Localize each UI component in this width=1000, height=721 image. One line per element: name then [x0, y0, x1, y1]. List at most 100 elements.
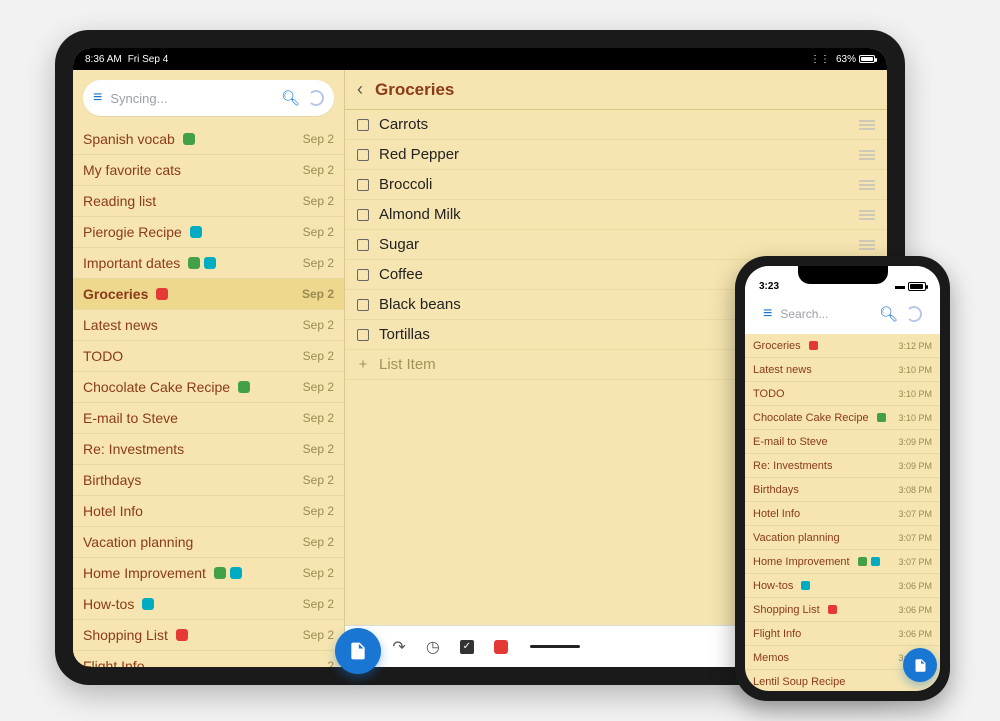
tag-icon [877, 413, 886, 422]
note-row[interactable]: Shopping List 3:06 PM [745, 598, 940, 622]
drag-handle-icon[interactable] [859, 240, 875, 250]
search-input[interactable]: ≡ Search... 🔍︎ [753, 300, 932, 328]
note-row[interactable]: Home Improvement3:07 PM [745, 550, 940, 574]
note-tags [801, 581, 890, 590]
note-date: Sep 2 [303, 597, 334, 611]
note-row[interactable]: How-tosSep 2 [73, 589, 344, 620]
note-row[interactable]: E-mail to SteveSep 2 [73, 403, 344, 434]
drag-handle-icon[interactable] [859, 150, 875, 160]
note-date: 3:07 PM [898, 557, 932, 567]
note-date: 3:06 PM [898, 629, 932, 639]
checklist-item[interactable]: Broccoli [345, 170, 887, 200]
note-row[interactable]: Groceries3:12 PM [745, 334, 940, 358]
note-row[interactable]: GroceriesSep 2 [73, 279, 344, 310]
note-row[interactable]: Home ImprovementSep 2 [73, 558, 344, 589]
note-title: Re: Investments [753, 460, 832, 472]
note-tags [183, 133, 295, 145]
note-title: Groceries [375, 80, 454, 100]
note-date: 2 [327, 659, 334, 667]
checklist-item[interactable]: Red Pepper [345, 140, 887, 170]
note-row[interactable]: How-tos3:06 PM [745, 574, 940, 598]
note-row[interactable]: Important datesSep 2 [73, 248, 344, 279]
note-row[interactable]: Hotel Info3:07 PM [745, 502, 940, 526]
note-tags [214, 567, 295, 579]
checkbox-icon[interactable] [357, 269, 369, 281]
note-date: Sep 2 [303, 132, 334, 146]
menu-icon[interactable]: ≡ [763, 305, 772, 323]
checkbox-icon[interactable] [357, 149, 369, 161]
tag-icon [809, 341, 818, 350]
note-row[interactable]: Re: Investments3:09 PM [745, 454, 940, 478]
search-icon[interactable]: 🔍︎ [879, 305, 898, 323]
note-date: Sep 2 [303, 442, 334, 456]
search-placeholder: Search... [780, 307, 879, 321]
note-title: Vacation planning [753, 532, 840, 544]
note-row[interactable]: Reading listSep 2 [73, 186, 344, 217]
checklist-item[interactable]: Carrots [345, 110, 887, 140]
checklist-text: Red Pepper [379, 146, 849, 163]
sync-icon[interactable] [308, 90, 324, 106]
note-row[interactable]: BirthdaysSep 2 [73, 465, 344, 496]
note-date: 3:06 PM [898, 581, 932, 591]
note-row[interactable]: Flight Info3:06 PM [745, 622, 940, 646]
note-date: 3:12 PM [898, 341, 932, 351]
note-row[interactable]: Chocolate Cake RecipeSep 2 [73, 372, 344, 403]
note-row[interactable]: Latest news3:10 PM [745, 358, 940, 382]
note-row[interactable]: Latest newsSep 2 [73, 310, 344, 341]
note-row[interactable]: Chocolate Cake Recipe3:10 PM [745, 406, 940, 430]
tag-tool-icon[interactable] [494, 640, 508, 654]
checklist-text: Sugar [379, 236, 849, 253]
note-title: Shopping List [83, 627, 168, 643]
note-date: Sep 2 [303, 318, 334, 332]
note-row[interactable]: Re: InvestmentsSep 2 [73, 434, 344, 465]
note-date: Sep 2 [303, 225, 334, 239]
note-tags [877, 413, 891, 422]
menu-icon[interactable]: ≡ [93, 89, 102, 107]
sidebar: ≡ Syncing... 🔍︎ Spanish vocabSep 2My fav… [73, 70, 345, 667]
note-row[interactable]: Pierogie RecipeSep 2 [73, 217, 344, 248]
note-row[interactable]: TODO3:10 PM [745, 382, 940, 406]
note-row[interactable]: Hotel InfoSep 2 [73, 496, 344, 527]
drag-handle-icon[interactable] [859, 210, 875, 220]
note-row[interactable]: Shopping ListSep 2 [73, 620, 344, 651]
new-note-button[interactable] [335, 628, 381, 674]
plus-icon: + [357, 356, 369, 373]
note-date: Sep 2 [303, 349, 334, 363]
note-row[interactable]: Flight Info2 [73, 651, 344, 667]
note-list: Spanish vocabSep 2My favorite catsSep 2R… [73, 124, 344, 667]
note-row[interactable]: Vacation planningSep 2 [73, 527, 344, 558]
note-row[interactable]: Spanish vocabSep 2 [73, 124, 344, 155]
checkbox-icon[interactable] [357, 239, 369, 251]
drag-handle-icon[interactable] [859, 180, 875, 190]
note-row[interactable]: Vacation planning3:07 PM [745, 526, 940, 550]
checklist-item[interactable]: Almond Milk [345, 200, 887, 230]
checkbox-icon[interactable] [357, 179, 369, 191]
note-title: Shopping List [753, 604, 820, 616]
note-tags [190, 226, 295, 238]
note-row[interactable]: Birthdays3:08 PM [745, 478, 940, 502]
checkbox-tool-icon[interactable]: ✓ [460, 640, 474, 654]
toolbar-handle [530, 645, 580, 648]
note-row[interactable]: My favorite catsSep 2 [73, 155, 344, 186]
search-icon[interactable]: 🔍︎ [281, 89, 300, 107]
checkbox-icon[interactable] [357, 119, 369, 131]
checkbox-icon[interactable] [357, 299, 369, 311]
new-note-button[interactable] [903, 648, 937, 682]
tag-icon [142, 598, 154, 610]
note-title: Memos [753, 652, 789, 664]
checkbox-icon[interactable] [357, 209, 369, 221]
note-date: 3:08 PM [898, 485, 932, 495]
drag-handle-icon[interactable] [859, 120, 875, 130]
note-tags [156, 288, 294, 300]
note-date: 3:06 PM [898, 605, 932, 615]
search-input[interactable]: ≡ Syncing... 🔍︎ [83, 80, 334, 116]
redo-icon[interactable]: ↷ [392, 637, 405, 657]
note-row[interactable]: TODOSep 2 [73, 341, 344, 372]
sync-icon[interactable] [906, 306, 922, 322]
note-title: Home Improvement [83, 565, 206, 581]
back-icon[interactable]: ‹ [357, 79, 363, 100]
statusbar-time: 3:23 [759, 281, 779, 292]
note-row[interactable]: E-mail to Steve3:09 PM [745, 430, 940, 454]
history-icon[interactable]: ◷ [426, 637, 440, 657]
checkbox-icon[interactable] [357, 329, 369, 341]
